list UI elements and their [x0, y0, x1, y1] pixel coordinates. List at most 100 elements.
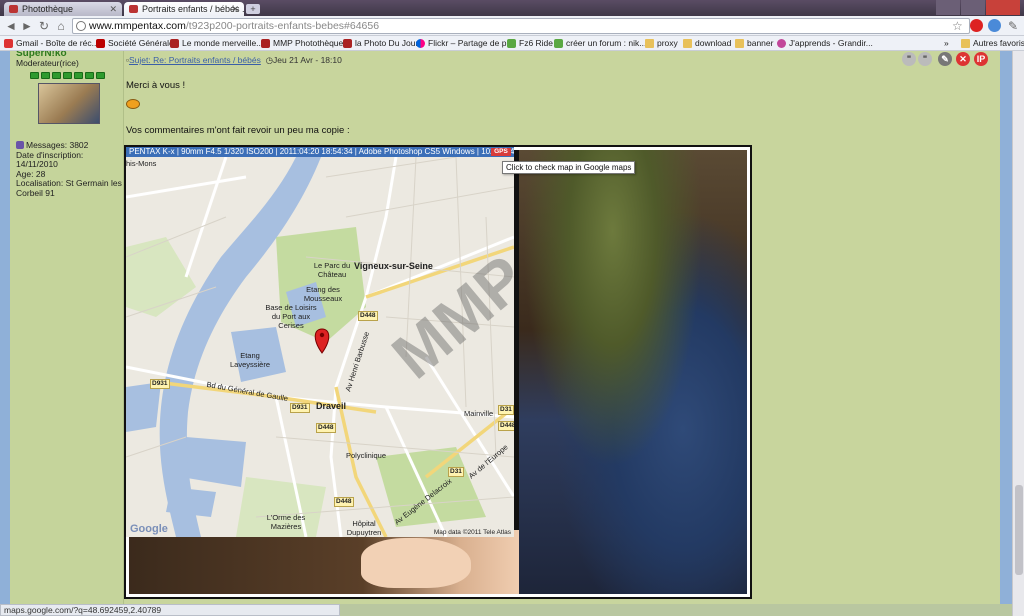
tab-label: Portraits enfants / bébés ... [142, 4, 244, 14]
close-tab-icon[interactable]: ✕ [231, 2, 239, 16]
maximize-button[interactable] [961, 0, 985, 15]
map-label-place: Vigneux-sur-Seine [354, 261, 433, 271]
multiquote-icon[interactable]: " [918, 52, 932, 66]
bookmark-mmp[interactable]: MMP Photothèque [261, 36, 343, 51]
google-logo: Google [130, 523, 168, 535]
bookmark-other-favorites[interactable]: Autres favoris [961, 36, 1024, 51]
globe-icon [76, 21, 86, 31]
bookmark-creer-forum[interactable]: créer un forum : nik... [554, 36, 646, 51]
post-text-comment: Vos commentaires m'ont fait revoir un pe… [126, 125, 350, 136]
map-label-place: L'Orme des Mazières [266, 513, 306, 531]
ip-icon[interactable]: IP [974, 52, 988, 66]
bookmark-le-monde[interactable]: Le monde merveille... [170, 36, 263, 51]
bookmarks-overflow-chevron[interactable]: » [944, 36, 949, 51]
road-marker: D448 [358, 311, 378, 321]
road-marker: D448 [334, 497, 354, 507]
map-label-place: Base de Loisirs du Port aux Cerises [265, 303, 317, 330]
tab-portraits[interactable]: Portraits enfants / bébés ... ✕ [124, 2, 244, 16]
tab-strip: Photothèque ✕ Portraits enfants / bébés … [0, 0, 1024, 16]
address-bar[interactable]: www.mmpentax.com/t923p200-portraits-enfa… [72, 18, 970, 34]
site-icon [261, 39, 270, 48]
close-tab-icon[interactable]: ✕ [109, 2, 117, 16]
site-icon [343, 39, 352, 48]
user-role: Moderateur(rice) [16, 58, 79, 68]
road-marker: D31 [448, 467, 464, 477]
post-date: Jeu 21 Avr - 18:10 [273, 55, 342, 65]
user-profile-panel: SuperN!ko Moderateur(rice) Messages: 380… [10, 51, 124, 604]
photo-hand [361, 538, 471, 588]
map-label-place: Hôpital Dupuytren [346, 519, 382, 537]
post-subject-link[interactable]: Sujet: Re: Portraits enfants / bébés [129, 55, 261, 65]
quote-icon[interactable]: " [902, 52, 916, 66]
post-text-thanks: Merci à vous ! [126, 80, 186, 91]
reload-icon[interactable]: ↻ [37, 19, 51, 33]
bookmark-photo-du-jour[interactable]: la Photo Du Jour [343, 36, 418, 51]
browser-toolbar: ◄ ► ↻ ⌂ www.mmpentax.com/t923p200-portra… [0, 16, 1024, 36]
bookmark-flickr[interactable]: Flickr – Partage de p... [416, 36, 514, 51]
map-tooltip: Click to check map in Google maps [502, 161, 636, 174]
close-window-button[interactable] [986, 0, 1020, 15]
clock-icon: ◷ [265, 55, 273, 65]
folder-icon [645, 39, 654, 48]
extension-icon[interactable] [988, 19, 1001, 32]
map-credit: Map data ©2011 Tele Atlas [433, 529, 511, 536]
bookmark-gmail[interactable]: Gmail - Boîte de réc... [4, 36, 99, 51]
folder-icon [735, 39, 744, 48]
road-marker: D31 [498, 405, 514, 415]
rank-icon [16, 141, 24, 149]
edit-icon[interactable]: ✎ [938, 52, 952, 66]
post-body: ▫Sujet: Re: Portraits enfants / bébés ◷J… [124, 51, 1000, 604]
map-label-place: Etang Laveyssière [230, 351, 271, 369]
forward-arrow-icon[interactable]: ► [20, 19, 34, 33]
site-icon [777, 39, 786, 48]
road-marker: D448 [498, 421, 514, 431]
bookmark-japprends[interactable]: J'apprends - Grandir... [777, 36, 873, 51]
bookmark-folder-proxy[interactable]: proxy [645, 36, 678, 51]
photo-background [519, 150, 747, 594]
left-border [0, 51, 10, 604]
scrollbar-thumb[interactable] [1015, 485, 1023, 575]
join-date: Date d'inscription: 14/11/2010 [16, 149, 84, 169]
google-map-overlay[interactable]: MMP his-Mons Vigneux-sur-Seine Le Parc d… [126, 157, 514, 537]
wrench-icon[interactable]: ✎ [1006, 19, 1020, 33]
map-label-place: Mainville [464, 409, 494, 418]
avatar[interactable] [38, 83, 100, 124]
extension-icon[interactable] [970, 19, 983, 32]
map-graphics: MMP [126, 157, 514, 537]
chat-icon [554, 39, 563, 48]
home-icon[interactable]: ⌂ [54, 19, 68, 33]
road-marker: D931 [150, 379, 170, 389]
folder-icon [961, 39, 970, 48]
flickr-icon [416, 39, 425, 48]
window-controls [936, 0, 1020, 15]
new-tab-button[interactable]: + [246, 4, 260, 14]
delete-icon[interactable]: ✕ [956, 52, 970, 66]
road-marker: D931 [290, 403, 310, 413]
map-label-place: Le Parc du Château [313, 261, 351, 279]
map-label-place: his-Mons [126, 159, 157, 168]
map-label-place: Draveil [316, 401, 347, 411]
site-icon [170, 39, 179, 48]
chat-icon [507, 39, 516, 48]
gmail-icon [4, 39, 13, 48]
status-bar: maps.google.com/?q=48.692459,2.40789 [0, 604, 340, 616]
bookmark-fz6-ride[interactable]: Fz6 Ride [507, 36, 553, 51]
sg-icon [96, 39, 105, 48]
minimize-button[interactable] [936, 0, 960, 15]
bookmark-folder-download[interactable]: download [683, 36, 731, 51]
right-border [1000, 51, 1012, 604]
site-favicon-icon [129, 5, 138, 13]
map-label-place: Polyclinique [346, 451, 387, 460]
post-header: ▫Sujet: Re: Portraits enfants / bébés ◷J… [126, 55, 342, 66]
vertical-scrollbar[interactable] [1012, 51, 1024, 616]
user-stats: Messages: 3802 Date d'inscription: 14/11… [16, 140, 126, 198]
tab-phototheque[interactable]: Photothèque ✕ [4, 2, 122, 16]
smiley-icon [126, 99, 140, 109]
user-location: Localisation: St Germain les Corbeil 91 [16, 178, 122, 198]
bookmark-folder-banner[interactable]: banner [735, 36, 773, 51]
back-arrow-icon[interactable]: ◄ [4, 19, 18, 33]
bookmark-star-icon[interactable]: ☆ [952, 19, 963, 33]
site-favicon-icon [9, 5, 18, 13]
gps-badge[interactable]: GPS [491, 148, 511, 156]
bookmark-societe-generale[interactable]: Société Générale [96, 36, 174, 51]
